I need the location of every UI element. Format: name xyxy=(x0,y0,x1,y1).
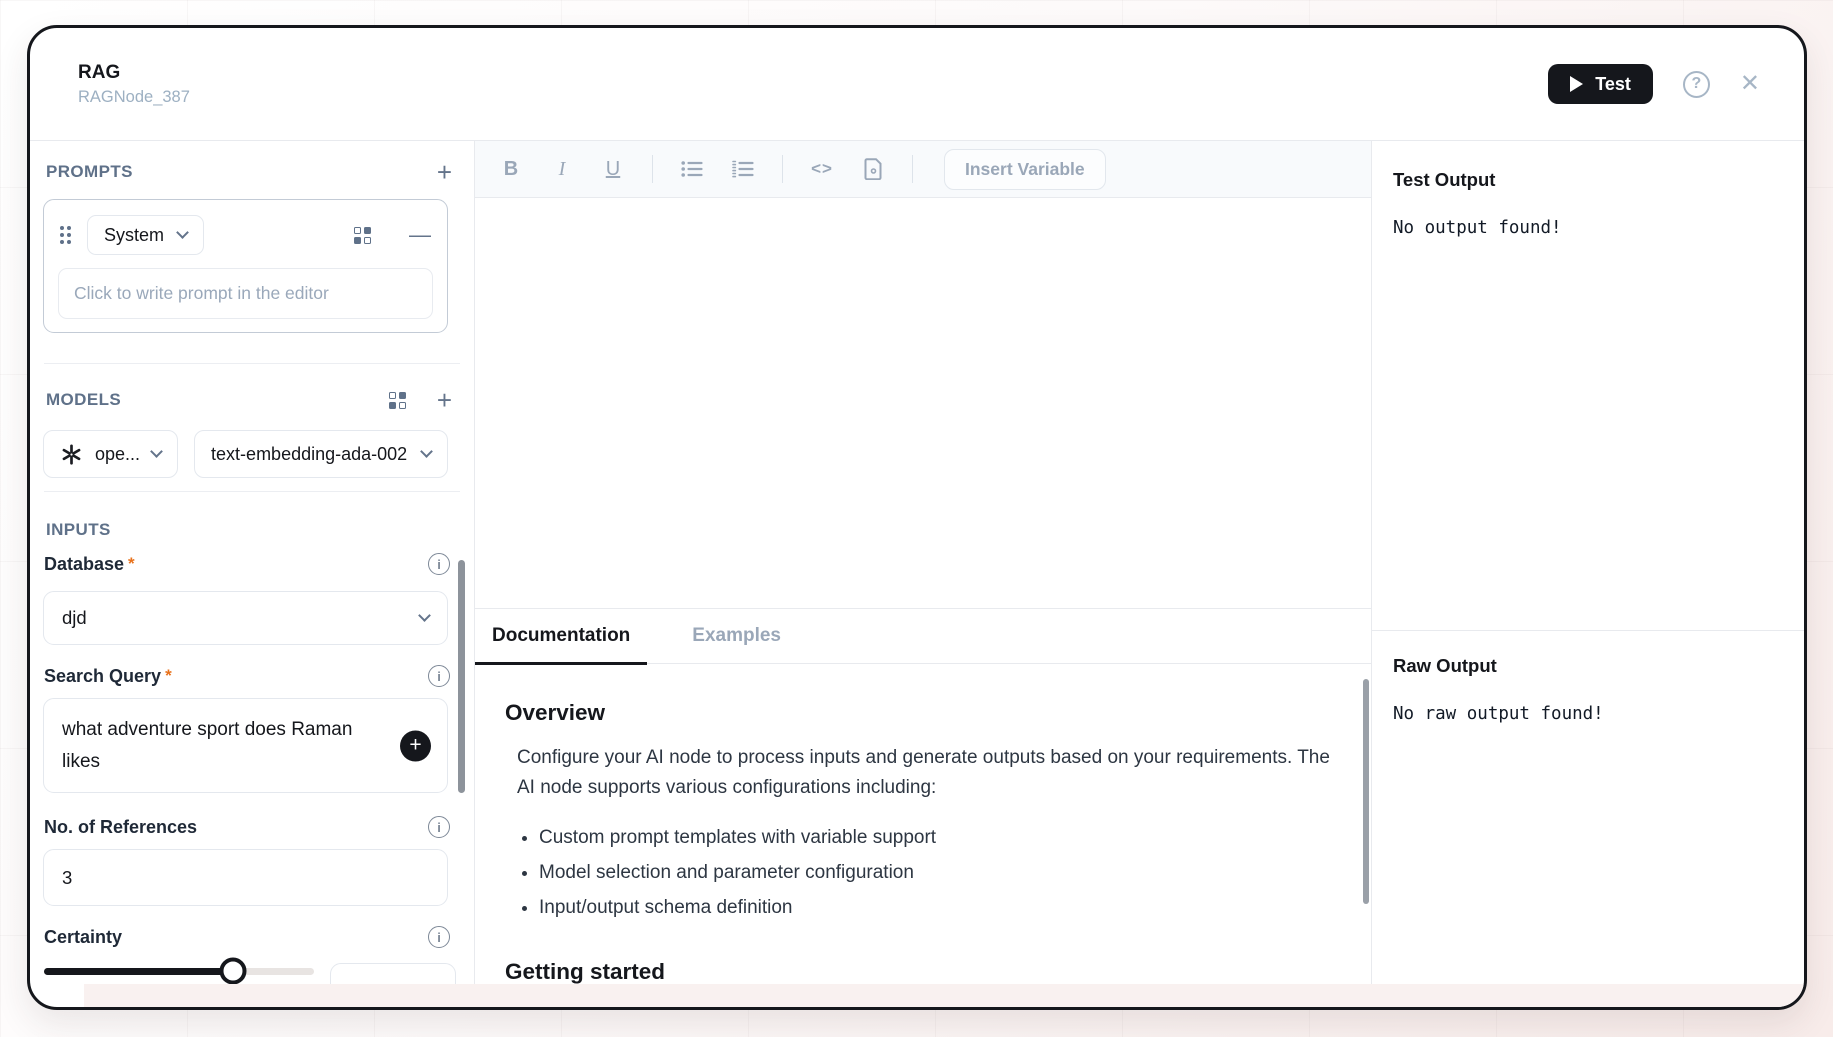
underline-icon[interactable]: U xyxy=(601,155,625,183)
provider-dropdown[interactable]: ope... xyxy=(43,430,178,478)
editor-toolbar: B I U <> Insert Variable xyxy=(475,141,1371,198)
info-icon[interactable]: i xyxy=(428,926,450,948)
test-output-value: No output found! xyxy=(1393,218,1780,238)
list-item: Input/output schema definition xyxy=(539,897,1337,919)
overview-bullet-list: Custom prompt templates with variable su… xyxy=(539,827,1337,919)
overview-heading: Overview xyxy=(505,700,1337,726)
left-panel-scrollbar[interactable] xyxy=(458,560,465,793)
certainty-slider[interactable] xyxy=(44,956,314,986)
required-asterisk: * xyxy=(165,666,172,686)
certainty-label: Certainty xyxy=(44,927,122,948)
raw-output-section: Raw Output No raw output found! xyxy=(1372,631,1804,724)
database-label: Database xyxy=(44,554,124,575)
database-select[interactable]: djd xyxy=(43,591,448,645)
openai-logo-icon xyxy=(60,443,83,466)
chevron-down-icon xyxy=(176,226,189,239)
test-button[interactable]: Test xyxy=(1548,64,1653,104)
tab-documentation[interactable]: Documentation xyxy=(475,609,647,663)
provider-value: ope... xyxy=(95,444,140,465)
search-query-input[interactable]: what adventure sport does Raman likes + xyxy=(43,698,448,793)
test-output-title: Test Output xyxy=(1393,169,1780,191)
test-output-section: Test Output No output found! xyxy=(1372,141,1804,631)
info-icon[interactable]: i xyxy=(428,553,450,575)
search-query-label: Search Query xyxy=(44,666,161,687)
info-icon[interactable]: i xyxy=(428,816,450,838)
docs-tabbar: Documentation Examples xyxy=(475,609,1371,664)
required-asterisk: * xyxy=(128,554,135,574)
add-prompt-icon[interactable]: + xyxy=(437,159,452,185)
rag-node-dialog: RAG RAGNode_387 Test ? ✕ PROMPTS + Sy xyxy=(27,25,1807,1010)
layout-grid-icon[interactable] xyxy=(354,227,371,244)
insert-variable-button[interactable]: Insert Variable xyxy=(944,149,1106,190)
overview-body: Configure your AI node to process inputs… xyxy=(517,743,1337,804)
model-value: text-embedding-ada-002 xyxy=(211,444,407,465)
toolbar-divider xyxy=(912,155,913,183)
docs-scrollbar[interactable] xyxy=(1363,679,1369,904)
chevron-down-icon xyxy=(150,445,163,458)
remove-prompt-icon[interactable]: — xyxy=(409,224,431,246)
page-title: RAG xyxy=(78,61,190,85)
close-icon[interactable]: ✕ xyxy=(1740,72,1760,96)
list-item: Custom prompt templates with variable su… xyxy=(539,827,1337,849)
file-icon[interactable] xyxy=(861,155,885,183)
info-icon[interactable]: i xyxy=(428,665,450,687)
models-section-label: MODELS xyxy=(46,390,121,410)
prompts-section-label: PROMPTS xyxy=(46,162,133,182)
add-model-icon[interactable]: + xyxy=(437,387,452,413)
section-divider xyxy=(44,491,460,492)
prompt-editor-area[interactable] xyxy=(475,198,1371,609)
references-value: 3 xyxy=(62,867,72,889)
node-identity: RAG RAGNode_387 xyxy=(78,61,190,107)
bullet-list-icon[interactable] xyxy=(680,155,704,183)
bold-icon[interactable]: B xyxy=(499,155,523,183)
chevron-down-icon xyxy=(420,445,433,458)
getting-started-heading: Getting started xyxy=(505,959,1337,985)
references-label: No. of References xyxy=(44,817,197,838)
numbered-list-icon[interactable] xyxy=(731,155,755,183)
toolbar-divider xyxy=(652,155,653,183)
editor-panel: B I U <> Insert Variable xyxy=(475,141,1372,1007)
search-query-value: what adventure sport does Raman likes xyxy=(62,714,357,777)
inputs-section-label: INPUTS xyxy=(46,520,474,540)
drag-handle-icon[interactable] xyxy=(60,226,71,244)
prompt-role-dropdown[interactable]: System xyxy=(87,215,204,255)
toolbar-divider xyxy=(782,155,783,183)
slider-knob[interactable] xyxy=(220,958,247,985)
node-id: RAGNode_387 xyxy=(78,88,190,107)
slider-fill xyxy=(44,968,233,975)
tab-examples[interactable]: Examples xyxy=(675,609,798,663)
references-input[interactable]: 3 xyxy=(43,849,448,906)
prompt-role-value: System xyxy=(104,225,164,246)
config-panel: PROMPTS + System — Click to write prompt… xyxy=(30,141,475,1007)
code-icon[interactable]: <> xyxy=(810,155,834,183)
output-panel: Test Output No output found! Raw Output … xyxy=(1372,141,1804,1007)
prompt-editor-placeholder[interactable]: Click to write prompt in the editor xyxy=(58,268,433,319)
help-icon[interactable]: ? xyxy=(1683,71,1710,98)
dialog-header: RAG RAGNode_387 Test ? ✕ xyxy=(30,28,1804,141)
documentation-content: Overview Configure your AI node to proce… xyxy=(475,664,1371,1007)
play-icon xyxy=(1570,76,1583,92)
section-divider xyxy=(44,363,460,364)
raw-output-title: Raw Output xyxy=(1393,655,1780,677)
bottom-strip xyxy=(84,984,1804,1007)
slider-track[interactable] xyxy=(44,968,314,975)
list-item: Model selection and parameter configurat… xyxy=(539,862,1337,884)
raw-output-value: No raw output found! xyxy=(1393,704,1780,724)
database-value: djd xyxy=(62,607,87,629)
prompt-card: System — Click to write prompt in the ed… xyxy=(43,199,448,333)
test-button-label: Test xyxy=(1595,74,1631,95)
models-grid-icon[interactable] xyxy=(389,392,406,409)
chevron-down-icon xyxy=(418,609,431,622)
model-dropdown[interactable]: text-embedding-ada-002 xyxy=(194,430,448,478)
add-variable-icon[interactable]: + xyxy=(400,730,431,761)
italic-icon[interactable]: I xyxy=(550,155,574,183)
